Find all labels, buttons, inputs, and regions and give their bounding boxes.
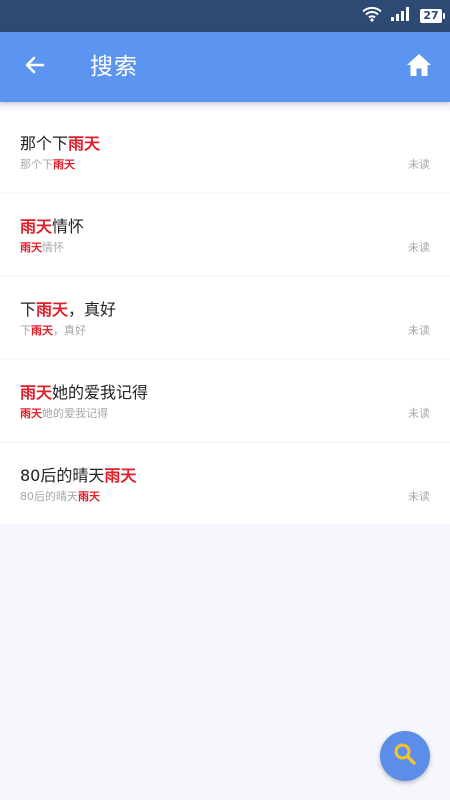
- list-item[interactable]: 80后的晴天雨天 80后的晴天雨天 未读: [0, 443, 450, 524]
- item-subtitle: 那个下雨天: [20, 158, 75, 171]
- list-item[interactable]: 雨天情怀 雨天情怀 未读: [0, 194, 450, 275]
- back-button[interactable]: [20, 52, 50, 82]
- home-button[interactable]: [404, 52, 434, 82]
- search-icon: [392, 741, 418, 771]
- item-subtitle: 下雨天，真好: [20, 324, 86, 337]
- item-title: 雨天情怀: [20, 217, 85, 236]
- read-status: 未读: [408, 324, 430, 337]
- read-status: 未读: [408, 241, 430, 254]
- result-list: 那个下雨天 那个下雨天 未读 雨天情怀 雨天情怀 未读 下雨天，真好 下雨天，真…: [0, 111, 450, 526]
- signal-icon: [390, 6, 412, 26]
- item-title: 那个下雨天: [20, 134, 101, 153]
- list-item[interactable]: 那个下雨天 那个下雨天 未读: [0, 111, 450, 192]
- page-title: 搜索: [90, 54, 138, 80]
- item-title: 80后的晴天雨天: [20, 466, 137, 485]
- item-title: 下雨天，真好: [20, 300, 117, 319]
- item-subtitle: 雨天情怀: [20, 241, 64, 254]
- arrow-left-icon: [23, 53, 47, 81]
- search-fab-button[interactable]: [380, 731, 430, 781]
- app-bar: 搜索: [0, 32, 450, 102]
- status-bar: 27: [0, 0, 450, 32]
- item-subtitle: 80后的晴天雨天: [20, 490, 100, 503]
- list-item[interactable]: 雨天她的爱我记得 雨天她的爱我记得 未读: [0, 360, 450, 441]
- item-title: 雨天她的爱我记得: [20, 383, 149, 402]
- item-subtitle: 雨天她的爱我记得: [20, 407, 108, 420]
- list-item[interactable]: 下雨天，真好 下雨天，真好 未读: [0, 277, 450, 358]
- home-icon: [406, 53, 432, 81]
- wifi-icon: [362, 6, 382, 26]
- read-status: 未读: [408, 158, 430, 171]
- read-status: 未读: [408, 407, 430, 420]
- status-icons: 27: [362, 6, 445, 26]
- battery-icon: 27: [420, 9, 445, 23]
- read-status: 未读: [408, 490, 430, 503]
